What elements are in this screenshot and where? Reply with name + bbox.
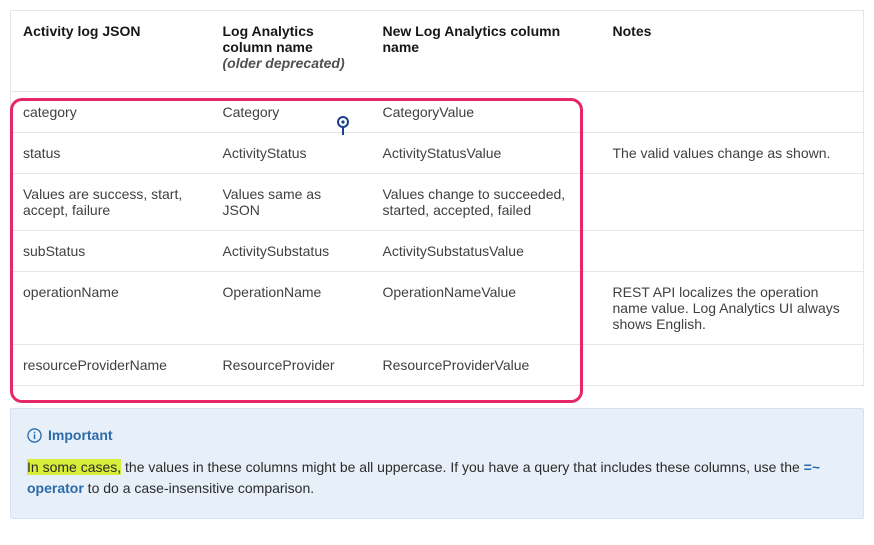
- cell-notes: [601, 174, 864, 231]
- cell-json: Values are success, start, accept, failu…: [11, 174, 211, 231]
- cell-old: ResourceProvider: [211, 345, 371, 386]
- cell-new: Values change to succeeded, started, acc…: [371, 174, 601, 231]
- header-notes: Notes: [601, 11, 864, 92]
- cell-new: ActivitySubstatusValue: [371, 231, 601, 272]
- alert-text-after-link: to do a case-insensitive comparison.: [84, 480, 314, 496]
- table-row: subStatus ActivitySubstatus ActivitySubs…: [11, 231, 864, 272]
- info-icon: [27, 428, 42, 443]
- alert-highlighted-text: In some cases,: [27, 459, 121, 475]
- cell-old: Values same as JSON: [211, 174, 371, 231]
- cell-old: Category: [211, 92, 371, 133]
- table-row: category Category CategoryValue: [11, 92, 864, 133]
- header-log-analytics-old: Log Analytics column name (older depreca…: [211, 11, 371, 92]
- table-row: operationName OperationName OperationNam…: [11, 272, 864, 345]
- cell-new: ActivityStatusValue: [371, 133, 601, 174]
- table-row: resourceProviderName ResourceProvider Re…: [11, 345, 864, 386]
- table-header-row: Activity log JSON Log Analytics column n…: [11, 11, 864, 92]
- column-mapping-table-wrapper: Activity log JSON Log Analytics column n…: [10, 10, 864, 386]
- alert-text-before-link: the values in these columns might be all…: [121, 459, 804, 475]
- cell-notes: REST API localizes the operation name va…: [601, 272, 864, 345]
- header-log-analytics-new: New Log Analytics column name: [371, 11, 601, 92]
- table-row: Values are success, start, accept, failu…: [11, 174, 864, 231]
- cell-notes: [601, 345, 864, 386]
- cell-json: operationName: [11, 272, 211, 345]
- cell-json: category: [11, 92, 211, 133]
- table-row: status ActivityStatus ActivityStatusValu…: [11, 133, 864, 174]
- cell-notes: [601, 231, 864, 272]
- cell-json: resourceProviderName: [11, 345, 211, 386]
- cell-new: ResourceProviderValue: [371, 345, 601, 386]
- column-mapping-table: Activity log JSON Log Analytics column n…: [10, 10, 864, 386]
- cell-notes: The valid values change as shown.: [601, 133, 864, 174]
- cell-new: CategoryValue: [371, 92, 601, 133]
- important-alert: Important In some cases, the values in t…: [10, 408, 864, 519]
- cell-json: subStatus: [11, 231, 211, 272]
- alert-title-text: Important: [48, 425, 113, 447]
- header-deprecated-note: (older deprecated): [223, 55, 359, 71]
- cell-old: ActivitySubstatus: [211, 231, 371, 272]
- alert-title: Important: [27, 425, 847, 447]
- cell-old: OperationName: [211, 272, 371, 345]
- alert-body: In some cases, the values in these colum…: [27, 457, 847, 500]
- header-activity-log-json: Activity log JSON: [11, 11, 211, 92]
- cell-new: OperationNameValue: [371, 272, 601, 345]
- cell-old: ActivityStatus: [211, 133, 371, 174]
- cell-json: status: [11, 133, 211, 174]
- header-log-analytics-old-label: Log Analytics column name: [223, 23, 314, 55]
- cell-notes: [601, 92, 864, 133]
